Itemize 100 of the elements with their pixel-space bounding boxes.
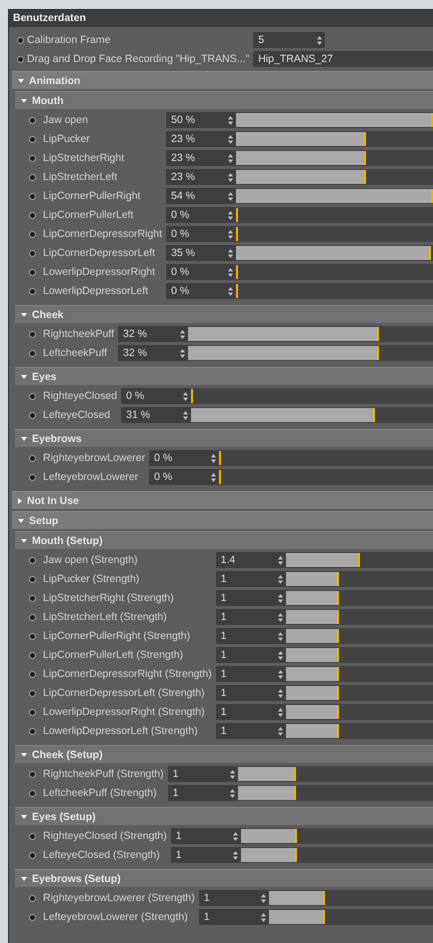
spinner-arrows-icon[interactable] bbox=[228, 230, 234, 238]
slider[interactable] bbox=[286, 666, 433, 682]
slider[interactable] bbox=[188, 345, 433, 361]
animate-dot-icon[interactable] bbox=[28, 614, 36, 620]
spinner-arrows-icon[interactable] bbox=[278, 612, 283, 622]
value-field[interactable]: 32 % bbox=[118, 326, 188, 342]
value-field[interactable]: 1 bbox=[216, 704, 286, 720]
slider[interactable] bbox=[191, 388, 433, 404]
group-header[interactable]: Mouth bbox=[15, 91, 433, 109]
value-field[interactable]: 1 bbox=[170, 847, 241, 863]
value-field[interactable]: 0 % bbox=[121, 388, 192, 404]
spinner-arrows-icon[interactable] bbox=[278, 594, 283, 602]
spinner-arrows-icon[interactable] bbox=[228, 268, 234, 276]
value-field[interactable]: 1 bbox=[216, 723, 286, 739]
spinner-arrows-icon[interactable] bbox=[228, 286, 234, 296]
spinner-arrows-icon[interactable] bbox=[317, 36, 322, 44]
value-field[interactable]: 0 % bbox=[149, 450, 220, 466]
animate-dot-icon[interactable] bbox=[28, 154, 36, 162]
slider[interactable] bbox=[236, 131, 433, 147]
spinner-arrows-icon[interactable] bbox=[278, 670, 283, 678]
animate-dot-icon[interactable] bbox=[28, 250, 36, 256]
slider[interactable] bbox=[240, 828, 433, 844]
value-field[interactable]: 35 % bbox=[166, 245, 236, 261]
spinner-arrows-icon[interactable] bbox=[278, 726, 283, 736]
slider[interactable] bbox=[236, 150, 433, 166]
value-field[interactable]: 1 bbox=[216, 647, 286, 663]
value-field[interactable]: 1 bbox=[168, 766, 238, 782]
spinner-arrows-icon[interactable] bbox=[228, 210, 234, 220]
value-field[interactable]: 23 % bbox=[166, 169, 236, 185]
spinner-arrows-icon[interactable] bbox=[278, 574, 283, 584]
value-field[interactable]: 50 % bbox=[166, 112, 236, 128]
value-field[interactable]: 31 % bbox=[121, 407, 192, 423]
animate-dot-icon[interactable] bbox=[28, 914, 36, 920]
animate-dot-icon[interactable] bbox=[28, 790, 36, 796]
slider[interactable] bbox=[240, 847, 433, 863]
slider[interactable] bbox=[236, 169, 433, 185]
animate-dot-icon[interactable] bbox=[28, 632, 36, 640]
spinner-arrows-icon[interactable] bbox=[230, 770, 235, 778]
group-header[interactable]: Eyebrows bbox=[15, 429, 433, 447]
spinner-arrows-icon[interactable] bbox=[278, 708, 283, 716]
spinner-arrows-icon[interactable] bbox=[228, 116, 234, 124]
spinner-arrows-icon[interactable] bbox=[183, 410, 188, 420]
animate-dot-icon[interactable] bbox=[28, 174, 36, 180]
animate-dot-icon[interactable] bbox=[28, 212, 36, 218]
group-header[interactable]: Eyes bbox=[15, 367, 433, 385]
value-field[interactable]: 0 % bbox=[166, 264, 236, 280]
value-field[interactable]: 54 % bbox=[166, 188, 236, 204]
slider[interactable] bbox=[268, 890, 433, 906]
animate-dot-icon[interactable] bbox=[16, 56, 24, 62]
group-header[interactable]: Eyebrows (Setup) bbox=[15, 869, 433, 887]
animate-dot-icon[interactable] bbox=[28, 412, 36, 418]
slider[interactable] bbox=[268, 909, 433, 925]
slider[interactable] bbox=[286, 628, 433, 644]
animate-dot-icon[interactable] bbox=[28, 690, 36, 696]
slider[interactable] bbox=[286, 571, 433, 587]
animate-dot-icon[interactable] bbox=[28, 652, 36, 658]
animate-dot-icon[interactable] bbox=[28, 350, 36, 356]
animate-dot-icon[interactable] bbox=[28, 116, 36, 124]
value-field[interactable]: 1.4 bbox=[216, 552, 286, 568]
animate-dot-icon[interactable] bbox=[28, 770, 36, 778]
animate-dot-icon[interactable] bbox=[16, 36, 24, 44]
spinner-arrows-icon[interactable] bbox=[228, 192, 234, 200]
animate-dot-icon[interactable] bbox=[28, 474, 36, 480]
slider[interactable] bbox=[236, 264, 433, 280]
slider[interactable] bbox=[238, 766, 433, 782]
value-field[interactable]: 1 bbox=[198, 890, 269, 906]
animate-dot-icon[interactable] bbox=[28, 330, 36, 338]
value-field[interactable]: 23 % bbox=[166, 150, 236, 166]
spinner-arrows-icon[interactable] bbox=[260, 894, 266, 902]
animate-dot-icon[interactable] bbox=[28, 708, 36, 716]
slider[interactable] bbox=[191, 407, 433, 423]
spinner-arrows-icon[interactable] bbox=[232, 832, 238, 840]
value-field[interactable]: 0 % bbox=[166, 226, 236, 242]
value-field[interactable]: 1 bbox=[216, 628, 286, 644]
value-field[interactable]: 1 bbox=[216, 685, 286, 701]
spinner-arrows-icon[interactable] bbox=[278, 632, 283, 640]
number-field[interactable]: 5 bbox=[253, 32, 326, 48]
animate-dot-icon[interactable] bbox=[28, 556, 36, 564]
value-field[interactable]: 1 bbox=[198, 909, 269, 925]
slider[interactable] bbox=[286, 647, 433, 663]
slider[interactable] bbox=[286, 723, 433, 739]
animate-dot-icon[interactable] bbox=[28, 728, 36, 734]
animate-dot-icon[interactable] bbox=[28, 192, 36, 200]
value-field[interactable]: 0 % bbox=[166, 283, 236, 299]
value-field[interactable]: 32 % bbox=[118, 345, 188, 361]
group-header[interactable]: Cheek (Setup) bbox=[15, 745, 433, 763]
animate-dot-icon[interactable] bbox=[28, 852, 36, 858]
slider[interactable] bbox=[286, 590, 433, 606]
animate-dot-icon[interactable] bbox=[28, 832, 36, 840]
animate-dot-icon[interactable] bbox=[28, 288, 36, 294]
spinner-arrows-icon[interactable] bbox=[180, 330, 186, 338]
group-header[interactable]: Cheek bbox=[15, 305, 433, 323]
value-field[interactable]: 0 % bbox=[149, 469, 220, 485]
slider[interactable] bbox=[236, 207, 433, 223]
slider[interactable] bbox=[236, 283, 433, 299]
group-header[interactable]: Eyes (Setup) bbox=[15, 807, 433, 825]
spinner-arrows-icon[interactable] bbox=[278, 650, 283, 660]
spinner-arrows-icon[interactable] bbox=[180, 348, 186, 358]
text-field[interactable]: Hip_TRANS_27 bbox=[253, 51, 433, 67]
spinner-arrows-icon[interactable] bbox=[228, 154, 234, 162]
